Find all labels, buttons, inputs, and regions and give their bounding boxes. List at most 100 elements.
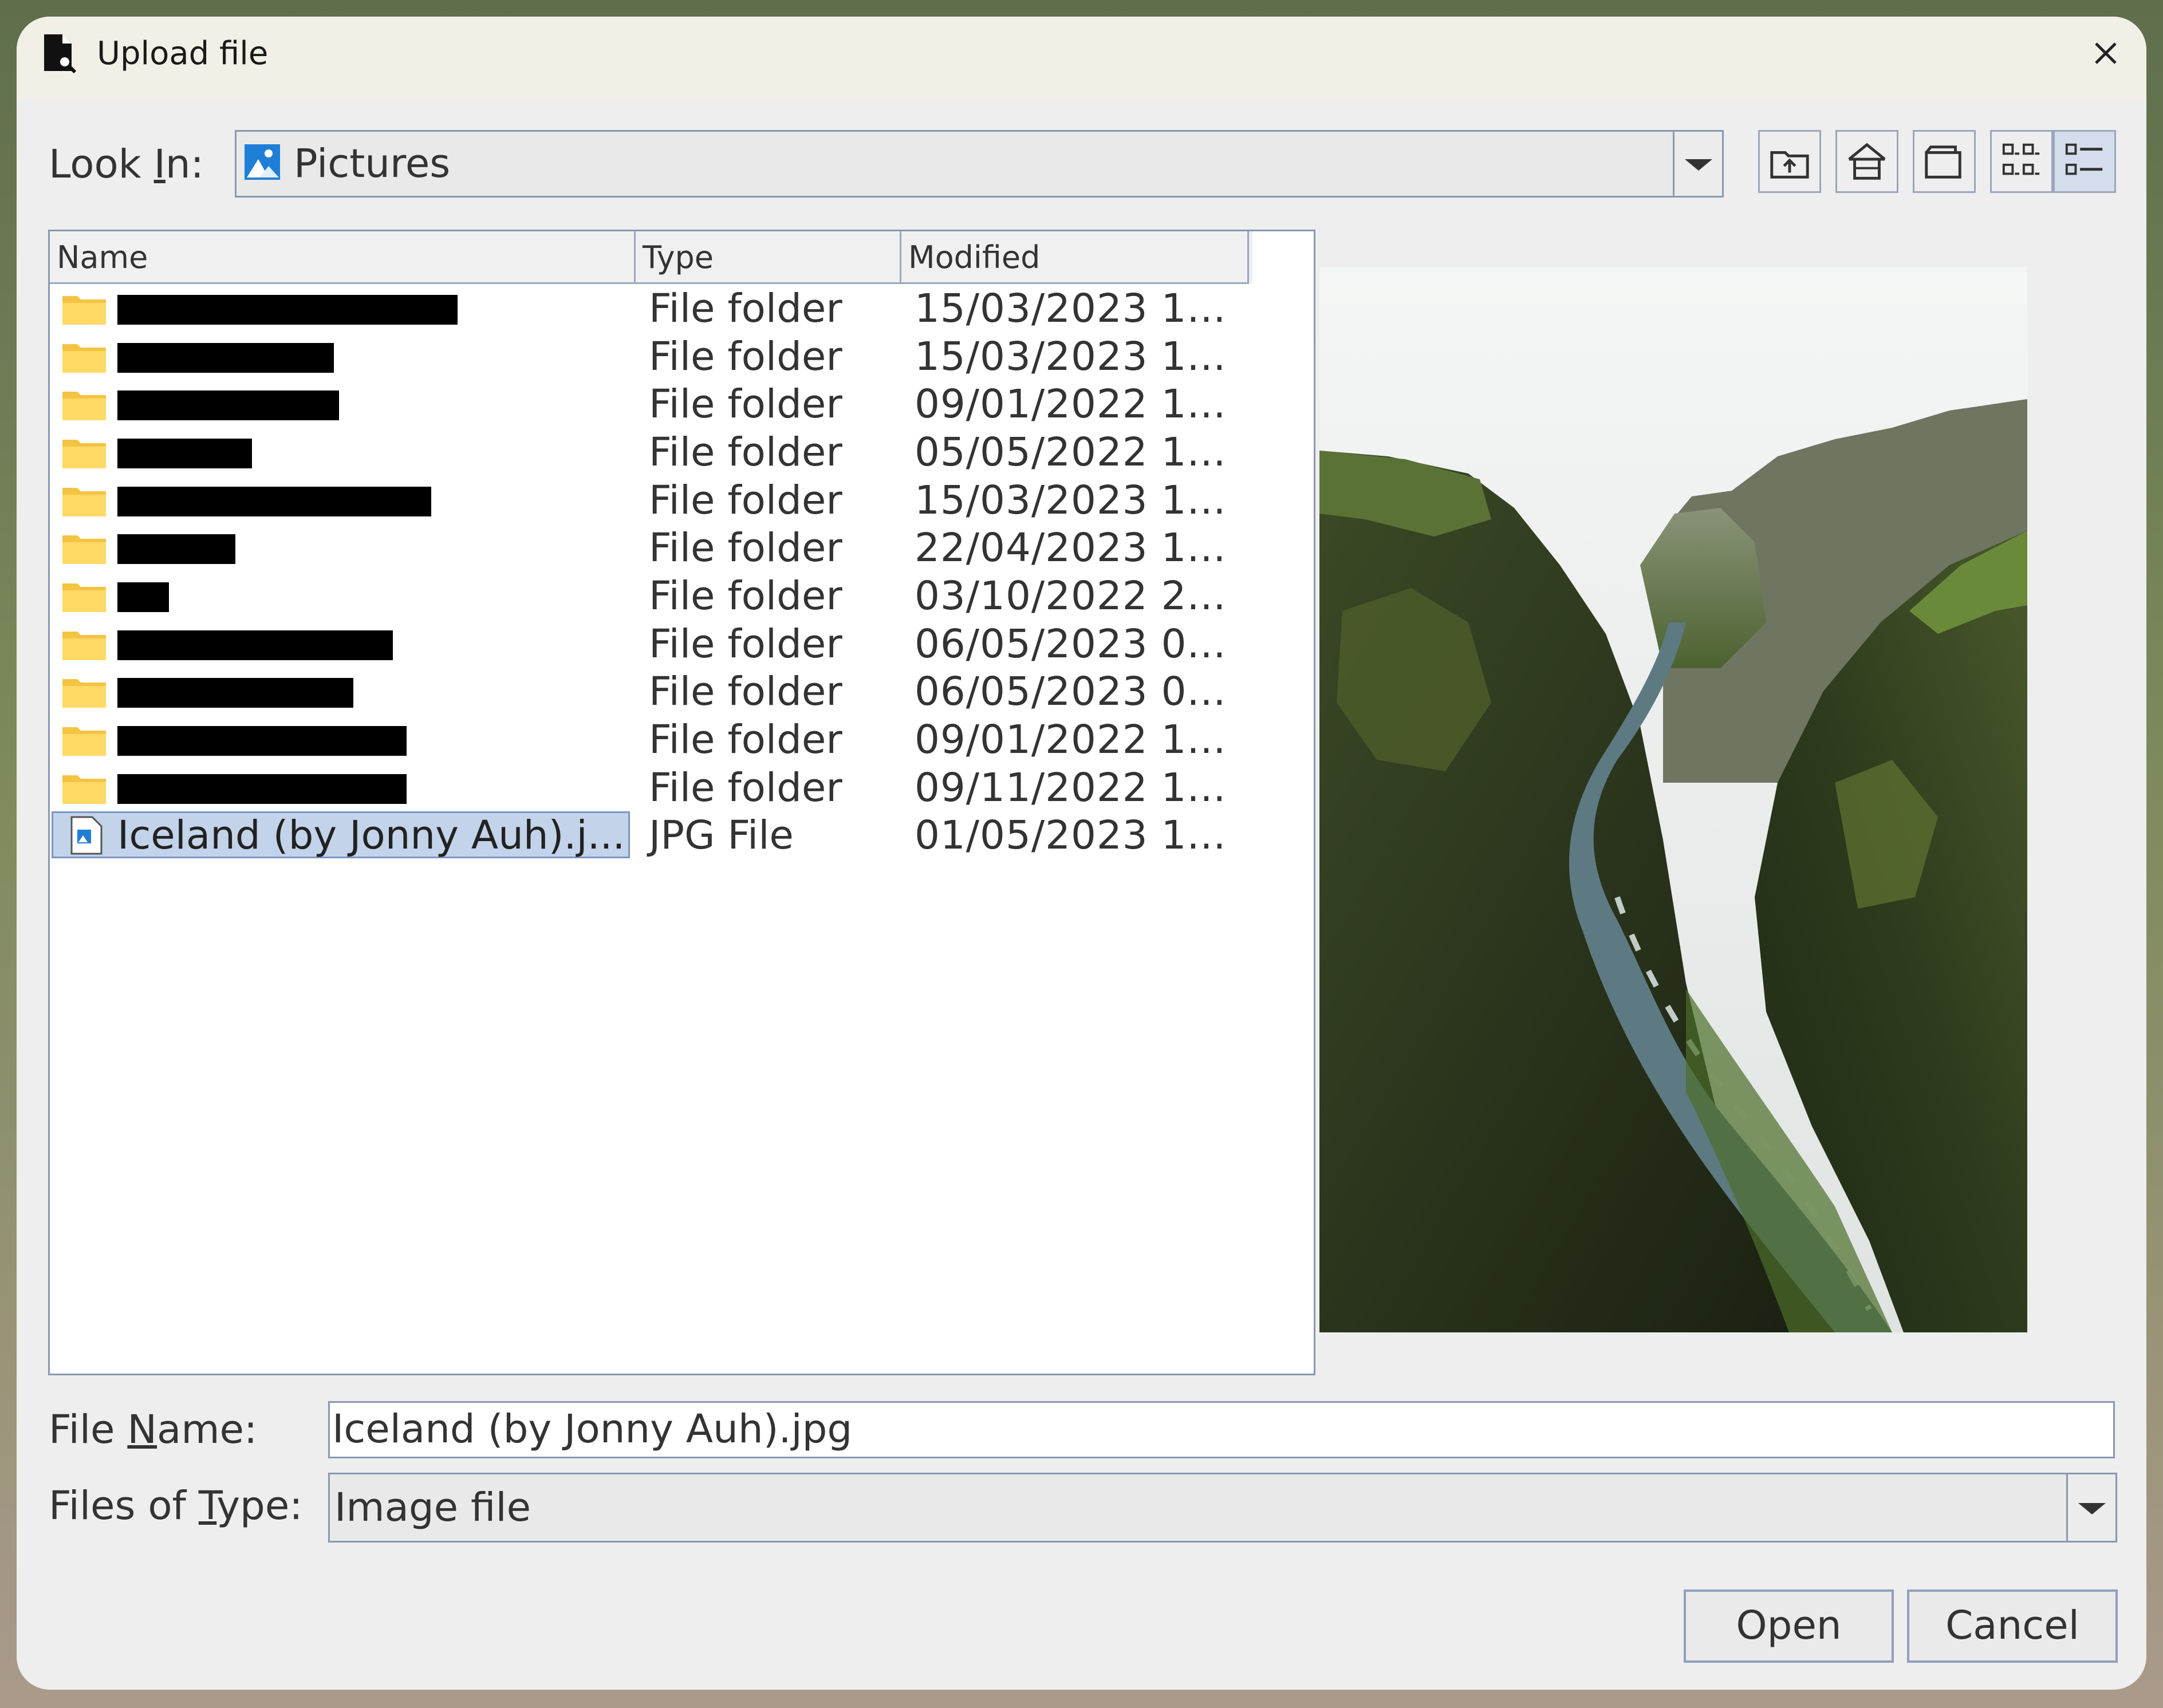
- item-modified: 15/03/2023 1...: [915, 286, 1227, 332]
- open-button[interactable]: Open: [1684, 1589, 1894, 1663]
- item-modified: 15/03/2023 1...: [915, 334, 1227, 380]
- folder-up-icon: [1770, 151, 1809, 179]
- redacted-name: [117, 774, 407, 804]
- column-header-type[interactable]: Type: [636, 231, 901, 284]
- files-of-type-dropdown-arrow[interactable]: [2066, 1474, 2115, 1541]
- files-of-type-dropdown[interactable]: Image file: [328, 1473, 2117, 1543]
- list-item[interactable]: File folder 06/05/2023 0...: [50, 620, 1252, 668]
- chevron-down-icon: [2078, 1503, 2106, 1514]
- item-modified: 06/05/2023 0...: [915, 669, 1227, 715]
- close-icon[interactable]: [2074, 25, 2137, 82]
- home-button[interactable]: [1835, 130, 1898, 193]
- list-item[interactable]: File folder 09/11/2022 1...: [50, 764, 1252, 812]
- list-item[interactable]: File folder 22/04/2023 1...: [50, 524, 1252, 572]
- folder-icon: [62, 440, 106, 468]
- item-modified: 09/01/2022 1...: [915, 717, 1227, 763]
- item-modified: 03/10/2022 2...: [915, 573, 1227, 619]
- details-view-icon: [2065, 143, 2103, 175]
- item-type: JPG File: [649, 812, 794, 858]
- list-item[interactable]: File folder 09/01/2022 1...: [50, 380, 1252, 428]
- image-file-icon: [70, 816, 103, 855]
- look-in-value: Pictures: [294, 141, 451, 187]
- look-in-dropdown[interactable]: Pictures: [235, 130, 1724, 198]
- list-item[interactable]: File folder 15/03/2023 1...: [50, 285, 1252, 333]
- item-type: File folder: [649, 334, 842, 380]
- upload-file-dialog: Upload file Look In: Pictures Name Type …: [17, 17, 2146, 1690]
- item-type: File folder: [649, 717, 842, 763]
- item-modified: 09/11/2022 1...: [915, 765, 1227, 811]
- list-view-button[interactable]: [1990, 130, 2053, 193]
- folder-icon: [62, 488, 106, 516]
- title-bar: Upload file: [17, 17, 2146, 98]
- redacted-name: [117, 582, 169, 612]
- item-type: File folder: [649, 525, 842, 571]
- list-header: Name Type Modified: [50, 231, 1252, 284]
- files-of-type-label: Files of Type:: [49, 1483, 303, 1529]
- item-modified: 15/03/2023 1...: [915, 478, 1227, 523]
- image-preview: [1319, 267, 2027, 1332]
- list-item-selected[interactable]: Iceland (by Jonny Auh).j... JPG File 01/…: [50, 811, 1252, 859]
- redacted-name: [117, 295, 458, 325]
- item-name: Iceland (by Jonny Auh).j...: [117, 812, 625, 858]
- files-of-type-value: Image file: [334, 1485, 531, 1531]
- item-type: File folder: [649, 621, 842, 667]
- item-type: File folder: [649, 669, 842, 715]
- look-in-dropdown-arrow[interactable]: [1673, 132, 1722, 196]
- redacted-name: [117, 343, 334, 373]
- list-item[interactable]: File folder 03/10/2022 2...: [50, 572, 1252, 620]
- list-item[interactable]: File folder 06/05/2023 0...: [50, 668, 1252, 716]
- cancel-button[interactable]: Cancel: [1907, 1589, 2118, 1663]
- folder-icon: [62, 296, 106, 325]
- folder-icon: [62, 727, 106, 756]
- file-name-input[interactable]: Iceland (by Jonny Auh).jpg: [328, 1401, 2115, 1458]
- item-modified: 06/05/2023 0...: [915, 621, 1227, 667]
- chevron-down-icon: [1684, 159, 1712, 171]
- item-type: File folder: [649, 429, 842, 475]
- files-of-type-label-text: Files of: [49, 1483, 199, 1529]
- home-icon: [1848, 143, 1886, 180]
- new-folder-button[interactable]: [1913, 130, 1976, 193]
- redacted-name: [117, 726, 407, 756]
- redacted-name: [117, 439, 252, 468]
- folder-icon: [62, 679, 106, 708]
- item-modified: 22/04/2023 1...: [915, 525, 1227, 571]
- look-in-label-text: Look: [49, 141, 154, 187]
- item-type: File folder: [649, 286, 842, 332]
- column-header-name[interactable]: Name: [50, 231, 636, 284]
- item-type: File folder: [649, 478, 842, 523]
- folder-icon: [62, 775, 106, 804]
- redacted-name: [117, 678, 353, 708]
- file-name-label: File Name:: [49, 1407, 257, 1453]
- column-header-modified[interactable]: Modified: [901, 231, 1249, 284]
- item-modified: 09/01/2022 1...: [915, 381, 1227, 427]
- folder-icon: [62, 344, 106, 373]
- file-list[interactable]: Name Type Modified File folder 15/03/202…: [48, 230, 1315, 1375]
- item-type: File folder: [649, 765, 842, 811]
- folder-icon: [62, 632, 106, 660]
- look-in-label-suffix: n:: [165, 141, 204, 187]
- list-item[interactable]: File folder 05/05/2022 1...: [50, 428, 1252, 476]
- folder-icon: [62, 535, 106, 564]
- list-item[interactable]: File folder 09/01/2022 1...: [50, 716, 1252, 764]
- item-type: File folder: [649, 573, 842, 619]
- window-title: Upload file: [97, 35, 269, 72]
- up-one-level-button[interactable]: [1758, 130, 1821, 193]
- look-in-label: Look In:: [49, 141, 204, 187]
- folder-icon: [62, 583, 106, 612]
- item-modified: 05/05/2022 1...: [915, 429, 1227, 475]
- list-item[interactable]: File folder 15/03/2023 1...: [50, 476, 1252, 524]
- redacted-name: [117, 534, 235, 564]
- file-name-accelerator: N: [127, 1407, 157, 1453]
- item-type: File folder: [649, 381, 842, 427]
- new-folder-icon: [1925, 145, 1961, 179]
- redacted-name: [117, 390, 339, 420]
- file-upload-icon: [44, 34, 76, 73]
- files-of-type-label-suffix: ype:: [216, 1483, 303, 1529]
- redacted-name: [117, 630, 393, 660]
- list-item[interactable]: File folder 15/03/2023 1...: [50, 333, 1252, 381]
- file-name-label-suffix: ame:: [157, 1407, 258, 1453]
- folder-icon: [62, 392, 106, 420]
- files-of-type-accelerator: T: [198, 1483, 217, 1529]
- file-name-label-text: File: [49, 1407, 128, 1453]
- details-view-button[interactable]: [2053, 130, 2116, 193]
